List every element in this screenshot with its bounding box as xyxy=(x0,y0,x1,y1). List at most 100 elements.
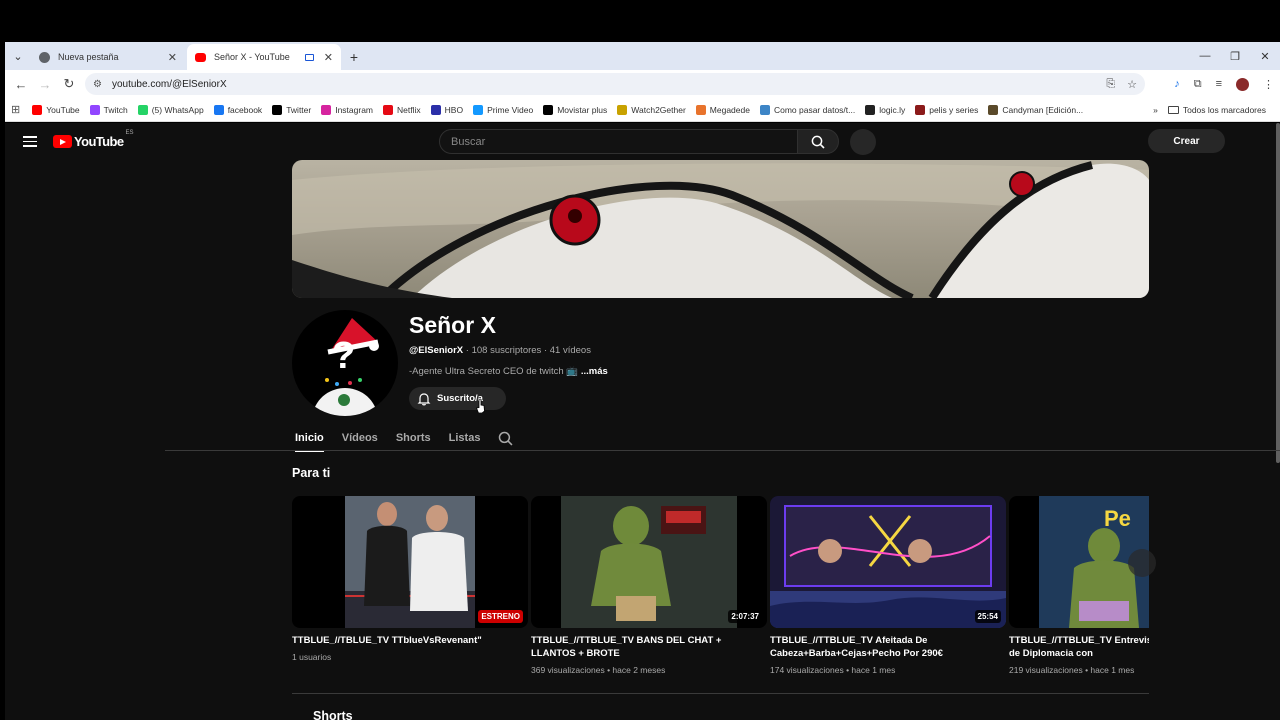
video-card[interactable]: ESTRENO TTBLUE_//TBLUE_TV TTblueVsRevena… xyxy=(292,496,528,662)
bookmark-item[interactable]: Megadede xyxy=(695,104,750,115)
search-input[interactable]: Buscar xyxy=(439,129,798,154)
hamburger-menu-icon[interactable] xyxy=(23,136,37,147)
video-title[interactable]: TTBLUE_//TTBLUE_TV Afeitada De Cabeza+Ba… xyxy=(770,634,1000,660)
video-thumbnail[interactable]: ESTRENO xyxy=(292,496,528,628)
tab-search-menu-icon[interactable]: ⌄ xyxy=(5,42,31,70)
menu-kebab-icon[interactable]: ⋮ xyxy=(1263,78,1274,91)
video-thumbnail[interactable]: 25:54 xyxy=(770,496,1006,628)
bookmark-item[interactable]: YouTube xyxy=(32,104,80,115)
bookmark-item[interactable]: Prime Video xyxy=(473,104,534,115)
section-title-para-ti: Para ti xyxy=(292,466,331,480)
create-button[interactable]: Crear xyxy=(1148,129,1225,153)
bookmark-item[interactable]: Twitch xyxy=(89,104,128,115)
tab-nueva-pestana[interactable]: Nueva pestaña ✕ xyxy=(31,44,185,70)
close-tab-icon[interactable]: ✕ xyxy=(168,51,177,64)
youtube-logo[interactable]: YouTube ES xyxy=(53,130,134,149)
restore-icon[interactable]: ❐ xyxy=(1220,42,1250,70)
subscribed-button[interactable]: Suscrito/a xyxy=(409,387,506,410)
close-tab-icon[interactable]: ✕ xyxy=(324,51,333,64)
channel-tabs: Inicio Vídeos Shorts Listas xyxy=(292,426,531,452)
shelf-next-button[interactable] xyxy=(1128,549,1156,577)
media-icon[interactable]: ♪ xyxy=(1174,78,1180,90)
video-count: 41 vídeos xyxy=(549,345,591,356)
tab-senor-x-youtube[interactable]: Señor X - YouTube ✕ xyxy=(187,44,341,70)
bookmark-star-icon[interactable]: ☆ xyxy=(1127,78,1137,91)
video-title[interactable]: TTBLUE_//TTBLUE_TV Entrevista Intento fa… xyxy=(1009,634,1149,660)
browser-tab-strip: ⌄ Nueva pestaña ✕ Señor X - YouTube ✕ + … xyxy=(5,42,1280,70)
bookmark-label: Megadede xyxy=(709,104,750,115)
bookmark-item[interactable]: Candyman [Edición... xyxy=(988,104,1083,115)
search-icon xyxy=(811,135,825,149)
bookmark-label: (5) WhatsApp xyxy=(151,104,204,115)
bookmark-item[interactable]: pelis y series xyxy=(915,104,979,115)
video-card[interactable]: Pe TTBLUE_//TTBLUE_TV Entrevista Intento… xyxy=(1009,496,1149,675)
reading-list-icon[interactable]: ≡ xyxy=(1216,78,1222,90)
duration-badge: 2:07:37 xyxy=(728,610,762,623)
url-text: youtube.com/@ElSeniorX xyxy=(111,78,227,90)
chrome-favicon-icon xyxy=(39,51,50,63)
bookmark-item[interactable]: Como pasar datos/t... xyxy=(759,104,855,115)
all-bookmarks-folder[interactable]: Todos los marcadores xyxy=(1167,105,1266,115)
channel-banner xyxy=(292,160,1149,298)
channel-description[interactable]: -Agente Ultra Secreto CEO de twitch 📺 ..… xyxy=(409,366,608,377)
bookmark-favicon-icon xyxy=(473,104,484,115)
video-title[interactable]: TTBLUE_//TBLUE_TV TTblueVsRevenant" xyxy=(292,634,522,647)
site-settings-icon[interactable]: ⚙ xyxy=(93,79,102,90)
bookmark-label: Twitch xyxy=(103,104,128,115)
bookmark-favicon-icon xyxy=(543,104,554,115)
video-card[interactable]: 25:54 TTBLUE_//TTBLUE_TV Afeitada De Cab… xyxy=(770,496,1006,675)
close-window-icon[interactable]: ✕ xyxy=(1250,42,1280,70)
bookmark-item[interactable]: Instagram xyxy=(321,104,373,115)
bookmark-item[interactable]: Movistar plus xyxy=(543,104,607,115)
tab-inicio[interactable]: Inicio xyxy=(295,426,324,452)
bell-icon xyxy=(417,392,431,405)
reload-icon[interactable]: ↻ xyxy=(57,76,81,92)
screen-top-bar xyxy=(0,0,1280,42)
tab-title: Nueva pestaña xyxy=(58,52,119,62)
bookmark-favicon-icon xyxy=(272,104,283,115)
search-button[interactable] xyxy=(797,129,839,154)
address-bar[interactable]: ⚙ youtube.com/@ElSeniorX ⎘ ☆ xyxy=(85,73,1145,95)
bookmark-item[interactable]: (5) WhatsApp xyxy=(137,104,204,115)
bookmark-label: Prime Video xyxy=(487,104,534,115)
browser-toolbar: ← → ↻ ⚙ youtube.com/@ElSeniorX ⎘ ☆ ♪ ⧉ ≡… xyxy=(5,70,1280,98)
channel-name: Señor X xyxy=(409,312,496,338)
page-scrollbar[interactable] xyxy=(1276,123,1280,463)
tab-shorts[interactable]: Shorts xyxy=(396,426,431,450)
duration-badge: 25:54 xyxy=(974,610,1001,623)
bookmarks-more-icon[interactable]: » xyxy=(1153,105,1158,115)
bookmark-item[interactable]: Watch2Gether xyxy=(617,104,686,115)
tab-videos[interactable]: Vídeos xyxy=(342,426,378,450)
svg-text:?: ? xyxy=(332,335,355,377)
tab-listas[interactable]: Listas xyxy=(449,426,481,450)
hand-cursor-icon xyxy=(476,399,485,413)
bookmark-favicon-icon xyxy=(759,104,770,115)
bookmark-item[interactable]: logic.ly xyxy=(865,104,905,115)
bookmark-item[interactable]: HBO xyxy=(430,104,463,115)
youtube-page: YouTube ES Buscar Crear ? Señor X @ElSen… xyxy=(5,123,1280,720)
subscriber-count: 108 suscriptores xyxy=(471,345,542,356)
bookmark-item[interactable]: Netflix xyxy=(383,104,421,115)
video-title[interactable]: TTBLUE_//TTBLUE_TV BANS DEL CHAT + LLANT… xyxy=(531,634,761,660)
tab-title: Señor X - YouTube xyxy=(214,52,290,62)
minimize-icon[interactable]: — xyxy=(1190,42,1220,70)
bookmark-favicon-icon xyxy=(32,104,43,115)
video-thumbnail[interactable]: 2:07:37 xyxy=(531,496,767,628)
more-link[interactable]: ...más xyxy=(581,366,608,377)
new-tab-button[interactable]: + xyxy=(343,44,365,70)
profile-avatar[interactable] xyxy=(1236,77,1249,91)
bookmark-label: YouTube xyxy=(46,104,80,115)
video-card[interactable]: 2:07:37 TTBLUE_//TTBLUE_TV BANS DEL CHAT… xyxy=(531,496,767,675)
extensions-icon[interactable]: ⧉ xyxy=(1194,78,1202,91)
bookmark-item[interactable]: Twitter xyxy=(272,104,311,115)
apps-grid-icon[interactable]: ⊞ xyxy=(11,103,20,116)
bookmark-label: pelis y series xyxy=(929,104,979,115)
forward-icon[interactable]: → xyxy=(33,77,57,92)
back-icon[interactable]: ← xyxy=(9,77,33,92)
bookmark-item[interactable]: facebook xyxy=(213,104,262,115)
channel-avatar[interactable]: ? xyxy=(292,310,398,416)
install-app-icon[interactable]: ⎘ xyxy=(1106,78,1115,91)
voice-search-button[interactable] xyxy=(850,129,876,155)
channel-search-icon[interactable] xyxy=(498,426,513,450)
bookmark-favicon-icon xyxy=(137,104,148,115)
